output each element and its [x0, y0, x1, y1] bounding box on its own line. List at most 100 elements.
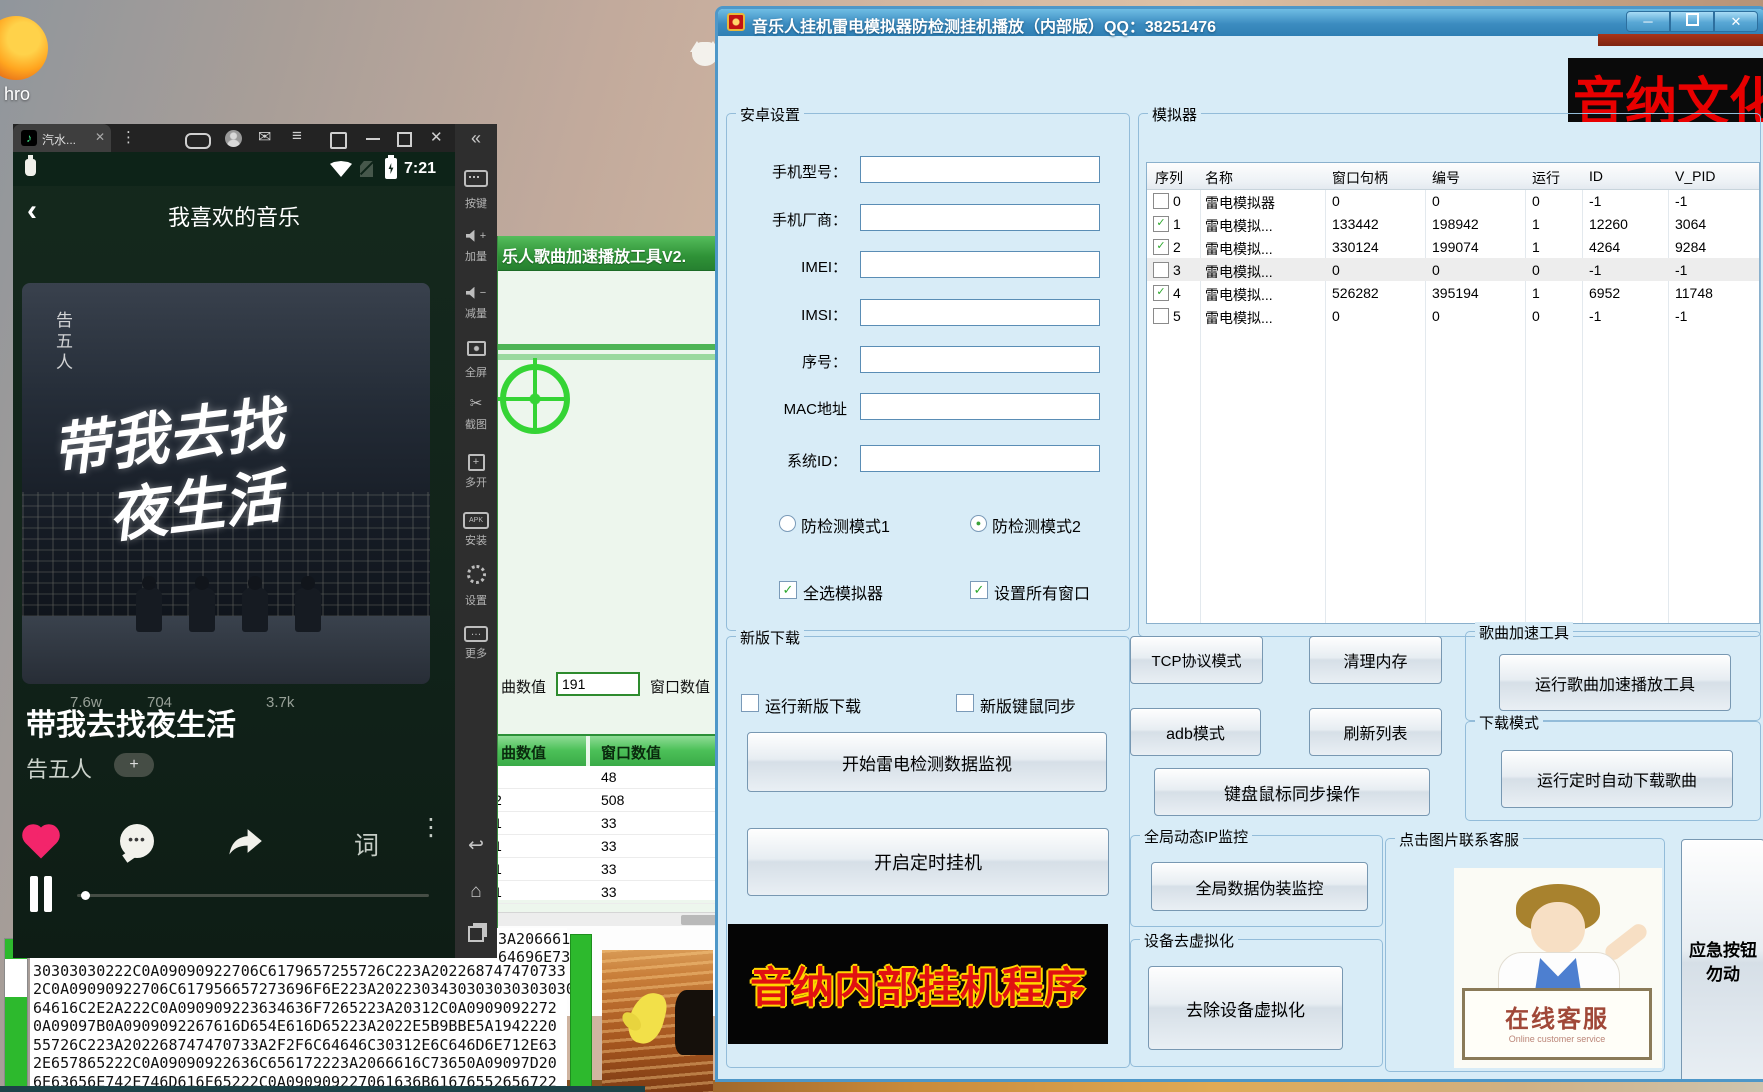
maximize-button[interactable] — [1670, 11, 1714, 32]
col-song-value: 曲数值 — [501, 742, 546, 763]
progress-handle[interactable] — [81, 891, 90, 900]
mail-icon[interactable]: ✉ — [258, 130, 271, 146]
start-timed-afk-button[interactable]: 开启定时挂机 — [747, 828, 1109, 896]
system-id-input[interactable] — [860, 445, 1100, 472]
table-row[interactable]: 133 — [498, 835, 719, 858]
comment-icon[interactable]: ••• — [120, 824, 154, 858]
progress-bar[interactable] — [77, 894, 429, 897]
sidebar-item-settings[interactable]: 设置 — [455, 565, 497, 608]
set-all-windows-checkbox[interactable]: ✓ — [970, 581, 988, 599]
like-heart-icon[interactable] — [25, 827, 56, 858]
emulator-tab[interactable]: ♪ 汽水... ✕ — [13, 124, 111, 152]
follow-button[interactable]: + — [114, 753, 154, 777]
refresh-list-button[interactable]: 刷新列表 — [1309, 708, 1442, 756]
count-input[interactable] — [556, 672, 640, 696]
phone-vendor-input[interactable] — [860, 204, 1100, 231]
accel-count-row: 曲数值 窗口数值 — [498, 672, 719, 702]
fullscreen-icon — [467, 341, 486, 356]
sidebar-item-volume-down[interactable]: −减量 — [455, 284, 497, 321]
anti-detect-mode1-radio[interactable] — [779, 515, 796, 532]
resize-window-icon[interactable] — [330, 132, 347, 149]
gear-icon — [467, 565, 486, 584]
sidebar-item-more[interactable]: …更多 — [455, 622, 497, 661]
select-all-emulators-checkbox[interactable]: ✓ — [779, 581, 797, 599]
vertical-scrollbar[interactable] — [570, 934, 592, 1092]
close-button[interactable]: ✕ — [1714, 11, 1758, 32]
close-icon[interactable]: ✕ — [430, 130, 443, 146]
kbmouse-sync-button[interactable]: 键盘鼠标同步操作 — [1154, 768, 1430, 816]
imsi-input[interactable] — [860, 299, 1100, 326]
emergency-button[interactable]: 应急按钮 勿动 — [1681, 839, 1763, 1082]
clean-memory-button[interactable]: 清理内存 — [1309, 636, 1442, 684]
run-new-download-checkbox[interactable] — [741, 694, 759, 712]
row-checkbox[interactable] — [1153, 193, 1169, 209]
hamburger-menu-icon[interactable]: ≡ — [292, 128, 302, 144]
table-row[interactable]: 48 — [498, 766, 719, 789]
run-auto-download-button[interactable]: 运行定时自动下载歌曲 — [1501, 750, 1733, 808]
adb-mode-button[interactable]: adb模式 — [1130, 708, 1261, 756]
remove-device-virtualization-button[interactable]: 去除设备虚拟化 — [1148, 966, 1343, 1050]
album-art[interactable]: 告五人 带我去找 夜生活 — [22, 283, 430, 684]
hex-line: 30303030222C0A09090922706C6179657255726C… — [33, 962, 566, 980]
contact-group: 点击图片联系客服 在线客服 Online customer service — [1385, 838, 1665, 1072]
global-data-spoof-button[interactable]: 全局数据伪装监控 — [1151, 862, 1368, 911]
sidebar-item-volume-up[interactable]: +加量 — [455, 227, 497, 264]
group-label: 点击图片联系客服 — [1395, 829, 1523, 850]
row-checkbox[interactable] — [1153, 308, 1169, 324]
row-checkbox[interactable]: ✓ — [1153, 285, 1169, 301]
tab-close-icon[interactable]: ✕ — [95, 130, 105, 144]
collapse-sidebar-icon[interactable]: « — [455, 128, 497, 149]
table-row[interactable]: 133 — [498, 881, 719, 904]
row-checkbox[interactable]: ✓ — [1153, 216, 1169, 232]
run-song-accel-button[interactable]: 运行歌曲加速播放工具 — [1499, 654, 1731, 711]
pause-button[interactable] — [30, 876, 60, 912]
table-row[interactable]: 0雷电模拟器 00 0-1-1 — [1147, 189, 1759, 212]
share-icon[interactable] — [226, 822, 266, 860]
mac-input[interactable] — [860, 393, 1100, 420]
android-back-icon[interactable]: ↩ — [455, 834, 497, 857]
new-kbmouse-sync-checkbox[interactable] — [956, 694, 974, 712]
emulator-sidebar: « 按键 +加量 −减量 全屏 ✂截图 +多开 APK安装 设置 …更多 ↩ ⌂ — [455, 124, 497, 958]
table-row[interactable]: 3雷电模拟... 00 0-1-1 — [1147, 258, 1759, 281]
sidebar-item-screenshot[interactable]: ✂截图 — [455, 395, 497, 432]
maximize-icon[interactable] — [397, 132, 412, 147]
hex-line-fragment: 3A206661 — [498, 930, 570, 948]
avatar-icon[interactable] — [225, 130, 242, 147]
sidebar-item-multi-instance[interactable]: +多开 — [455, 452, 497, 490]
customer-service-image[interactable]: 在线客服 Online customer service — [1454, 868, 1662, 1068]
serial-input[interactable] — [860, 346, 1100, 373]
soda-music-app-icon — [25, 159, 36, 176]
table-row[interactable]: 5雷电模拟... 00 0-1-1 — [1147, 304, 1759, 327]
table-row[interactable]: ✓ 2雷电模拟... 330124199074 142649284 — [1147, 235, 1759, 258]
minimize-icon[interactable] — [366, 138, 380, 140]
accel-tool-titlebar[interactable]: 乐人歌曲加速播放工具V2. — [498, 236, 719, 271]
row-checkbox[interactable]: ✓ — [1153, 239, 1169, 255]
more-options-icon[interactable]: ⋮ — [419, 822, 443, 834]
table-row[interactable]: 133 — [498, 812, 719, 835]
sidebar-item-keyboard[interactable]: 按键 — [455, 170, 497, 211]
android-recents-icon[interactable] — [455, 926, 497, 948]
anti-detect-mode2-radio[interactable]: ● — [970, 515, 987, 532]
table-row[interactable]: ✓ 1雷电模拟... 133442198942 1122603064 — [1147, 212, 1759, 235]
kebab-menu-icon[interactable]: ⋮ — [121, 130, 136, 146]
start-detect-monitor-button[interactable]: 开始雷电检测数据监视 — [747, 732, 1107, 792]
horizontal-scrollbar[interactable] — [498, 912, 719, 927]
artist-name[interactable]: 告五人 — [26, 752, 92, 784]
scissors-icon: ✂ — [470, 396, 483, 411]
sidebar-item-install-apk[interactable]: APK安装 — [455, 509, 497, 548]
background-red-strip — [1598, 34, 1763, 46]
row-checkbox[interactable] — [1153, 262, 1169, 278]
main-titlebar[interactable]: 音乐人挂机雷电模拟器防检测挂机播放（内部版）QQ：38251476 ─ ✕ — [718, 9, 1763, 36]
android-home-icon[interactable]: ⌂ — [455, 881, 497, 903]
gamepad-icon[interactable] — [185, 133, 211, 149]
phone-model-input[interactable] — [860, 156, 1100, 183]
table-row[interactable]: 133 — [498, 858, 719, 881]
sidebar-item-fullscreen[interactable]: 全屏 — [455, 341, 497, 380]
imei-input[interactable] — [860, 251, 1100, 278]
scrollbar-thumb[interactable] — [681, 915, 719, 925]
minimize-button[interactable]: ─ — [1626, 11, 1670, 32]
table-row[interactable]: ✓ 4雷电模拟... 526282395194 1695211748 — [1147, 281, 1759, 304]
tcp-mode-button[interactable]: TCP协议模式 — [1130, 636, 1263, 684]
table-row[interactable]: 2508 — [498, 789, 719, 812]
lyrics-button[interactable]: 词 — [354, 826, 379, 862]
